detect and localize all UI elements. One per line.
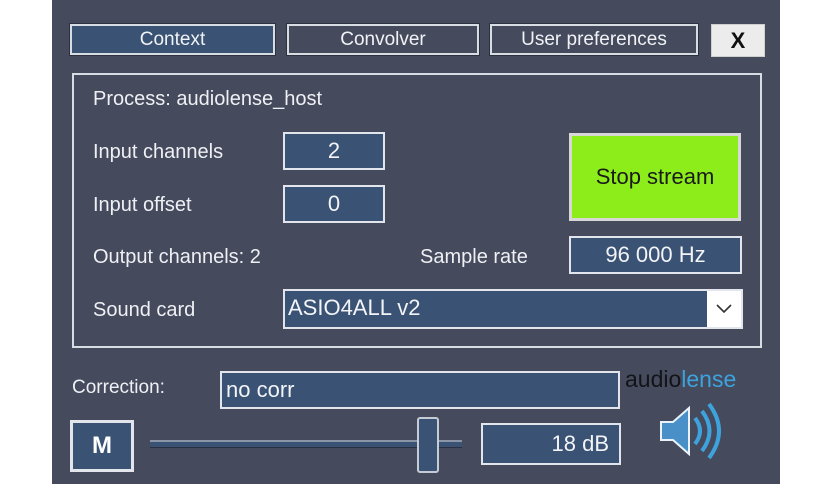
input-channels-field[interactable]: 2 [283, 132, 385, 170]
context-panel: Process: audiolense_host Input channels … [72, 73, 762, 348]
tab-convolver[interactable]: Convolver [286, 23, 480, 56]
output-channels-value: 2 [249, 246, 261, 268]
speaker-logo-icon [655, 398, 731, 469]
input-channels-label: Input channels [93, 141, 224, 163]
sound-card-value: ASIO4ALL v2 [288, 295, 421, 320]
gain-value-field[interactable]: 18 dB [481, 423, 621, 465]
input-offset-field[interactable]: 0 [283, 185, 385, 223]
mute-button[interactable]: M [70, 420, 134, 472]
tab-user-preferences[interactable]: User preferences [489, 23, 699, 56]
process-name: audiolense_host [176, 88, 323, 110]
sound-card-select[interactable]: ASIO4ALL v2 [283, 289, 743, 329]
stop-stream-button[interactable]: Stop stream [569, 133, 741, 221]
input-offset-label: Input offset [93, 194, 192, 216]
audiolense-logo: audiolense [625, 366, 737, 392]
output-channels-label: Output channels: 2 [93, 246, 261, 268]
sound-card-label: Sound card [93, 299, 196, 321]
sample-rate-label: Sample rate [420, 246, 528, 268]
gain-slider-thumb[interactable] [416, 417, 439, 473]
process-label: Process: audiolense_host [93, 88, 323, 110]
correction-field[interactable]: no corr [220, 371, 620, 409]
tab-context[interactable]: Context [69, 23, 276, 56]
chevron-down-icon[interactable] [707, 291, 741, 327]
close-button[interactable]: X [711, 24, 765, 57]
sample-rate-field[interactable]: 96 000 Hz [569, 236, 742, 274]
audiolense-window: Context Convolver User preferences X Pro… [52, 0, 780, 484]
gain-slider-track[interactable] [150, 440, 462, 448]
correction-label: Correction: [72, 377, 165, 398]
